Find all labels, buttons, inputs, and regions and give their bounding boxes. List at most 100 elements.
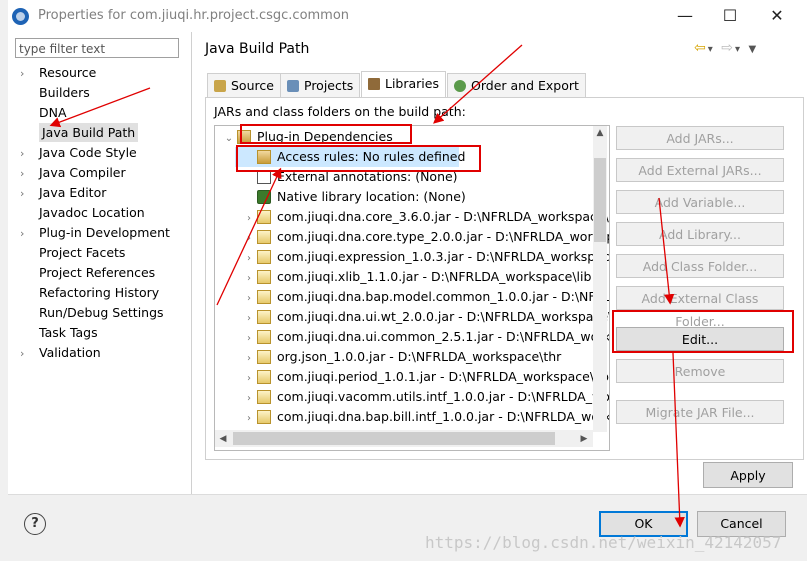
- sidebar-item[interactable]: Project References: [20, 263, 155, 283]
- close-button[interactable]: ✕: [766, 6, 788, 26]
- chevron-right-icon[interactable]: ›: [241, 389, 257, 409]
- chevron-right-icon[interactable]: ›: [241, 329, 257, 349]
- library-action-button[interactable]: Add JARs...: [616, 126, 784, 150]
- chevron-right-icon[interactable]: ›: [241, 369, 257, 389]
- tree-row-label: com.jiuqi.dna.core_3.6.0.jar - D:\NFRLDA…: [277, 209, 610, 224]
- sidebar-item-label: Plug-in Development: [39, 225, 170, 240]
- sidebar-item[interactable]: Run/Debug Settings: [20, 303, 164, 323]
- chevron-right-icon[interactable]: ›: [241, 409, 257, 429]
- library-action-button[interactable]: Add Variable...: [616, 190, 784, 214]
- tab-projects[interactable]: Projects: [280, 73, 361, 97]
- view-menu-icon[interactable]: ▼: [748, 44, 758, 55]
- tab-label: Projects: [304, 78, 354, 93]
- tree-row[interactable]: › com.jiuqi.dna.ui.wt_2.0.0.jar - D:\NFRL…: [215, 307, 609, 329]
- tree-row-label: External annotations: (None): [277, 169, 458, 184]
- tab-source[interactable]: Source: [207, 73, 281, 97]
- scroll-left-icon[interactable]: ◀: [217, 433, 229, 445]
- chevron-right-icon[interactable]: ›: [241, 289, 257, 309]
- apply-button[interactable]: Apply: [703, 462, 793, 488]
- sidebar-item[interactable]: Javadoc Location: [20, 203, 145, 223]
- tree-horizontal-thumb[interactable]: [233, 432, 555, 445]
- library-action-button[interactable]: Remove: [616, 359, 784, 383]
- library-action-button[interactable]: Add Library...: [616, 222, 784, 246]
- scroll-up-icon[interactable]: ▲: [594, 128, 606, 140]
- sidebar-item[interactable]: Task Tags: [20, 323, 98, 343]
- help-icon[interactable]: ?: [24, 513, 46, 535]
- chevron-right-icon[interactable]: ›: [241, 249, 257, 269]
- sidebar-item[interactable]: Refactoring History: [20, 283, 159, 303]
- tree-row[interactable]: › com.jiuqi.dna.core.type_2.0.0.jar - D:\…: [215, 227, 609, 249]
- tree-row-label: com.jiuqi.xlib_1.1.0.jar - D:\NFRLDA_wor…: [277, 269, 592, 284]
- sidebar-item[interactable]: › Java Code Style: [20, 143, 137, 163]
- library-action-button[interactable]: Add External JARs...: [616, 158, 784, 182]
- sidebar-item[interactable]: › Java Compiler: [20, 163, 126, 183]
- library-action-button[interactable]: Add Class Folder...: [616, 254, 784, 278]
- tree-row[interactable]: › com.jiuqi.dna.core_3.6.0.jar - D:\NFRLD…: [215, 207, 610, 229]
- chevron-right-icon[interactable]: ›: [20, 144, 39, 164]
- forward-arrow-icon[interactable]: ⇨: [721, 40, 735, 56]
- tree-row[interactable]: ⌄ Plug-in Dependencies: [215, 127, 393, 147]
- jar-icon: [257, 230, 271, 244]
- libraries-icon: [368, 78, 380, 90]
- tree-row[interactable]: External annotations: (None): [215, 167, 458, 187]
- tree-vertical-thumb[interactable]: [594, 158, 606, 242]
- sidebar-item[interactable]: DNA: [20, 103, 67, 123]
- jar-icon: [257, 270, 271, 284]
- tree-row-label: org.json_1.0.0.jar - D:\NFRLDA_workspace…: [277, 349, 562, 364]
- tree-row[interactable]: › com.jiuqi.dna.bap.bill.intf_1.0.0.jar -…: [215, 407, 610, 429]
- order-export-icon: [454, 80, 466, 92]
- tree-row-label: Native library location: (None): [277, 189, 466, 204]
- library-action-button[interactable]: Add External Class Folder...: [616, 286, 784, 329]
- build-path-tree[interactable]: ⌄ Plug-in Dependencies Access rules: No ru…: [214, 125, 610, 451]
- jar-icon: [257, 310, 271, 324]
- chevron-right-icon[interactable]: ›: [241, 229, 257, 249]
- chevron-right-icon[interactable]: ›: [20, 344, 39, 364]
- chevron-down-icon[interactable]: ⌄: [221, 129, 237, 149]
- forward-dropdown-icon[interactable]: ▾: [735, 44, 742, 55]
- chevron-right-icon[interactable]: ›: [20, 164, 39, 184]
- tree-row-label: com.jiuqi.dna.bap.bill.intf_1.0.0.jar - …: [277, 409, 610, 424]
- tab-label: Order and Export: [471, 78, 579, 93]
- back-dropdown-icon[interactable]: ▾: [708, 44, 715, 55]
- sidebar-item[interactable]: › Resource: [20, 63, 96, 83]
- tab-label: Libraries: [385, 76, 439, 91]
- tree-row[interactable]: › com.jiuqi.xlib_1.1.0.jar - D:\NFRLDA_wo…: [215, 267, 591, 287]
- tree-row[interactable]: Access rules: No rules defined: [235, 147, 465, 167]
- sidebar-item[interactable]: Builders: [20, 83, 90, 103]
- chevron-right-icon[interactable]: ›: [20, 64, 39, 84]
- tree-row[interactable]: › com.jiuqi.period_1.0.1.jar - D:\NFRLDA_…: [215, 367, 609, 387]
- sidebar-item-label: Javadoc Location: [39, 205, 145, 220]
- chevron-right-icon[interactable]: ›: [241, 269, 257, 289]
- tree-row[interactable]: Native library location: (None): [215, 187, 466, 207]
- tree-row[interactable]: › com.jiuqi.dna.bap.model.common_1.0.0.ja…: [215, 287, 609, 309]
- sidebar-item[interactable]: Java Build Path: [20, 123, 139, 143]
- chevron-right-icon[interactable]: ›: [20, 184, 39, 204]
- native-library-icon: [257, 190, 271, 204]
- back-arrow-icon[interactable]: ⇦: [694, 40, 708, 56]
- library-action-button[interactable]: Edit...: [616, 327, 784, 351]
- chevron-right-icon[interactable]: ›: [20, 224, 39, 244]
- sidebar-item[interactable]: › Plug-in Development: [20, 223, 170, 243]
- sidebar-item[interactable]: › Validation: [20, 343, 101, 363]
- tree-row[interactable]: › com.jiuqi.vacomm.utils.intf_1.0.0.jar -…: [215, 387, 609, 409]
- sidebar-item[interactable]: › Java Editor: [20, 183, 106, 203]
- scroll-right-icon[interactable]: ▶: [578, 433, 590, 445]
- sidebar-item[interactable]: Project Facets: [20, 243, 125, 263]
- chevron-right-icon[interactable]: ›: [241, 309, 257, 329]
- minimize-button[interactable]: —: [674, 6, 696, 26]
- maximize-button[interactable]: ☐: [719, 6, 741, 26]
- tab-libraries[interactable]: Libraries: [361, 71, 446, 97]
- tab-order-export[interactable]: Order and Export: [447, 73, 586, 97]
- library-action-button[interactable]: Migrate JAR File...: [616, 400, 784, 424]
- jar-icon: [257, 250, 271, 264]
- page-title: Java Build Path: [205, 41, 310, 57]
- watermark: https://blog.csdn.net/weixin_42142057: [425, 533, 782, 552]
- chevron-right-icon[interactable]: ›: [241, 209, 257, 229]
- tree-row-label: com.jiuqi.expression_1.0.3.jar - D:\NFRL…: [277, 249, 610, 264]
- chevron-right-icon[interactable]: ›: [241, 349, 257, 369]
- tree-row[interactable]: › com.jiuqi.dna.ui.common_2.5.1.jar - D:\…: [215, 327, 609, 349]
- history-nav[interactable]: ⇦▾ ⇨▾ ▼: [694, 40, 758, 56]
- filter-input[interactable]: type filter text: [15, 38, 179, 58]
- tree-row[interactable]: › org.json_1.0.0.jar - D:\NFRLDA_workspac…: [215, 347, 561, 367]
- tree-row[interactable]: › com.jiuqi.expression_1.0.3.jar - D:\NFR…: [215, 247, 610, 269]
